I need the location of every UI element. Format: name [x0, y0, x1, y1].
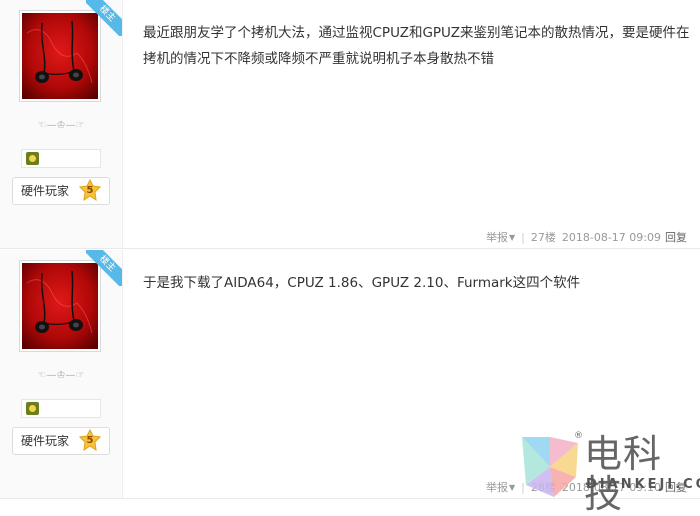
registered-mark: ® — [574, 431, 583, 441]
user-role-label: 硬件玩家 — [21, 434, 70, 448]
report-label: 举报 — [486, 231, 508, 244]
site-watermark: ® 电科技 DIANKEJI.COM — [520, 431, 700, 514]
original-poster-ribbon: 楼主 — [86, 250, 122, 286]
watermark-title: 电科技 — [584, 432, 663, 516]
user-role-tag[interactable]: 硬件玩家 5 — [12, 427, 110, 455]
post-content: 最近跟朋友学了个拷机大法，通过监视CPUZ和GPUZ来鉴别笔记本的散热情况，要是… — [143, 25, 690, 67]
medal-icon[interactable] — [26, 152, 39, 165]
user-title-icon: ☜—♔—☞ — [37, 120, 85, 131]
original-poster-badge: 楼主 — [86, 250, 122, 286]
user-role-label: 硬件玩家 — [21, 184, 70, 198]
level-star-icon: 5 — [79, 179, 101, 203]
floor-number: 27楼 — [530, 231, 556, 244]
post-tail: 举报▼ | 27楼 2018-08-17 09:09 回复 — [486, 229, 687, 245]
watermark-subtitle: DIANKEJI.COM — [586, 477, 700, 492]
post-1: 楼主 ☜—♔—☞ 硬件玩家 5 最近跟朋友学了个拷机大法，通过监视CPUZ和GP… — [0, 0, 700, 249]
chevron-down-icon: ▼ — [509, 482, 516, 492]
logo-icon — [522, 437, 578, 497]
author-sidebar: 楼主 ☜—♔—☞ 硬件玩家 5 — [0, 0, 123, 248]
medal-box — [21, 149, 101, 168]
report-label: 举报 — [486, 481, 508, 494]
reply-link[interactable]: 回复 — [665, 231, 687, 244]
level-number: 5 — [86, 435, 94, 446]
medal-box — [21, 399, 101, 418]
report-link[interactable]: 举报▼ — [486, 480, 516, 494]
user-title-icon: ☜—♔—☞ — [37, 370, 85, 381]
level-star-icon: 5 — [79, 429, 101, 453]
chevron-down-icon: ▼ — [509, 232, 516, 242]
author-sidebar: 楼主 ☜—♔—☞ 硬件玩家 5 — [0, 250, 123, 498]
post-content: 于是我下载了AIDA64，CPUZ 1.86、GPUZ 2.10、Furmark… — [143, 275, 581, 291]
user-role-tag[interactable]: 硬件玩家 5 — [12, 177, 110, 205]
original-poster-ribbon: 楼主 — [86, 0, 122, 36]
medal-icon[interactable] — [26, 402, 39, 415]
divider: | — [521, 230, 525, 244]
original-poster-badge: 楼主 — [86, 0, 122, 36]
report-link[interactable]: 举报▼ — [486, 230, 516, 244]
level-number: 5 — [86, 185, 94, 196]
post-time: 2018-08-17 09:09 — [561, 230, 661, 244]
